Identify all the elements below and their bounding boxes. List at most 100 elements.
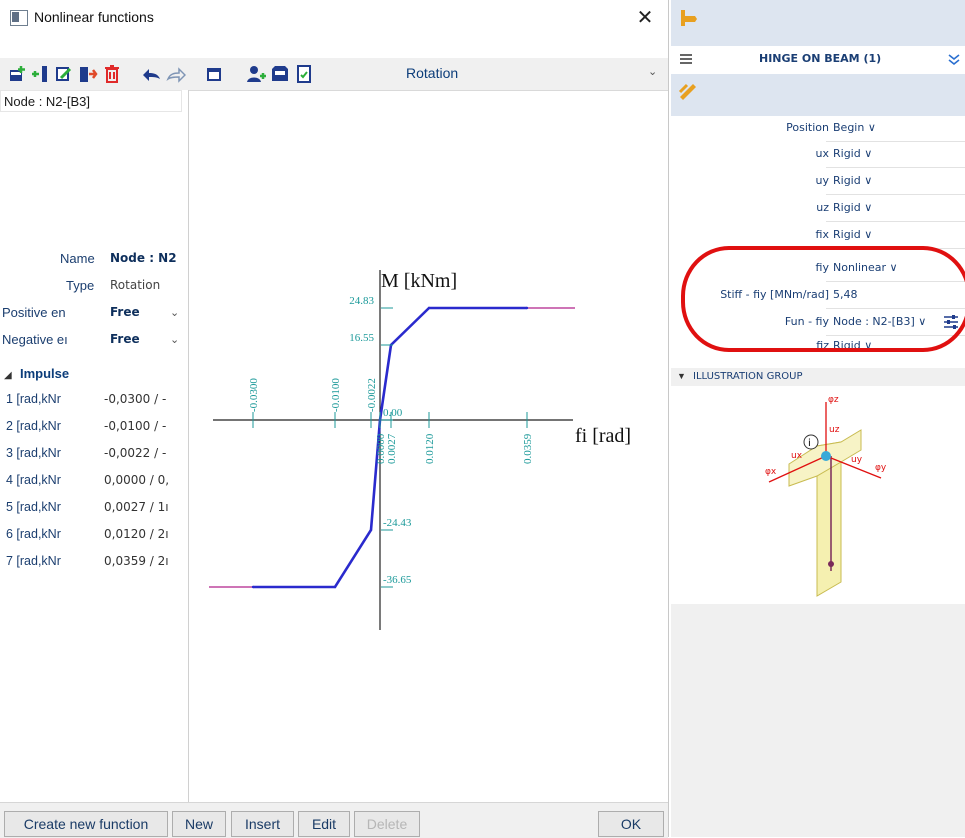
table-row[interactable]: 3 [rad,kNr -0,0022 / - <box>0 442 188 468</box>
close-button[interactable]: ✕ <box>630 4 660 32</box>
property-label: Negative eı <box>2 332 68 347</box>
row-value[interactable]: -0,0300 / - <box>104 392 186 406</box>
y-tick-label: 16.55 <box>349 332 374 344</box>
properties-panel: HINGE ON BEAM (1) Position Begin ∨ ux Rigi… <box>671 0 965 837</box>
panel-action-bar <box>671 74 965 116</box>
row-value[interactable]: 0,0027 / 1ı <box>104 500 186 514</box>
delete-icon[interactable] <box>102 64 122 84</box>
add-function-icon[interactable] <box>8 64 28 84</box>
insert-button[interactable]: Insert <box>231 811 294 837</box>
redo-icon[interactable] <box>166 64 186 84</box>
impulse-group-header[interactable]: Impulse <box>20 366 69 381</box>
window-icon <box>10 10 28 26</box>
data-point <box>427 306 431 310</box>
function-type-dropdown[interactable]: Rotation ⌄ <box>398 62 666 86</box>
row-value[interactable]: -0,0100 / - <box>104 419 186 433</box>
chevron-down-icon[interactable]: ⌄ <box>170 333 179 346</box>
highlight-annotation <box>681 246 965 352</box>
undo-icon[interactable] <box>142 64 162 84</box>
info-icon: i <box>808 438 811 449</box>
delete-button: Delete <box>354 811 420 837</box>
row-label: 1 [rad,kNr <box>6 392 61 406</box>
property-row-negative-end[interactable]: Negative eı Free ⌄ <box>0 327 188 353</box>
property-position[interactable]: Position Begin ∨ <box>671 116 965 142</box>
data-point <box>525 306 529 310</box>
user-properties-icon[interactable] <box>246 64 266 84</box>
edit-button[interactable]: Edit <box>298 811 350 837</box>
property-value[interactable]: Rigid ∨ <box>833 174 872 187</box>
panel-title: HINGE ON BEAM (1) <box>759 52 882 65</box>
property-value[interactable]: Rigid ∨ <box>833 147 872 160</box>
property-value[interactable]: Free <box>110 305 140 319</box>
function-list-pane: Node : N2-[B3] Name Node : N2 Type Rotat… <box>0 90 189 802</box>
x-axis-label: fi [rad] <box>575 425 631 447</box>
table-row[interactable]: 4 [rad,kNr 0,0000 / 0, <box>0 469 188 495</box>
axis-label: uz <box>829 425 840 435</box>
property-value[interactable]: Rigid ∨ <box>833 228 872 241</box>
collapse-arrow-icon[interactable]: ◢ <box>4 370 12 381</box>
property-value[interactable]: Free <box>110 332 140 346</box>
ok-button[interactable]: OK <box>598 811 664 837</box>
row-label: 3 [rad,kNr <box>6 446 61 460</box>
property-value[interactable]: Rigid ∨ <box>833 201 872 214</box>
row-label: 6 [rad,kNr <box>6 527 61 541</box>
property-row-type: Type Rotation <box>0 273 188 299</box>
table-row[interactable]: 5 [rad,kNr 0,0027 / 1ı <box>0 496 188 522</box>
property-value[interactable]: Node : N2 <box>110 251 177 265</box>
x-tick-label: -0.0100 <box>330 378 342 412</box>
checklist-icon[interactable] <box>294 64 314 84</box>
axis-label: φz <box>828 395 839 405</box>
save-icon[interactable] <box>270 64 290 84</box>
x-tick-label: 0.0120 <box>424 433 436 464</box>
table-row[interactable]: 2 [rad,kNr -0,0100 / - <box>0 415 188 441</box>
property-label: Name <box>60 251 95 266</box>
edit-icon[interactable] <box>54 64 74 84</box>
row-value[interactable]: 0,0000 / 0, <box>104 473 186 487</box>
table-row[interactable]: 1 [rad,kNr -0,0300 / - <box>0 388 188 414</box>
property-ux[interactable]: ux Rigid ∨ <box>671 142 965 168</box>
property-label: Type <box>66 278 95 293</box>
hinge-icon <box>681 10 697 26</box>
illustration-group-header[interactable]: ▼ ILLUSTRATION GROUP <box>671 368 965 386</box>
row-value[interactable]: -0,0022 / - <box>104 446 186 460</box>
import-icon[interactable] <box>78 64 98 84</box>
row-value[interactable]: 0,0359 / 2ı <box>104 554 186 568</box>
create-new-function-button[interactable]: Create new function <box>4 811 168 837</box>
pencil-action-icon[interactable] <box>677 80 699 102</box>
x-tick-label: -0.0022 <box>366 378 378 412</box>
row-label: 5 [rad,kNr <box>6 500 61 514</box>
property-label: Position <box>786 121 829 134</box>
x-tick-label: 0.0027 <box>386 433 398 464</box>
property-uy[interactable]: uy Rigid ∨ <box>671 169 965 195</box>
row-value[interactable]: 0,0120 / 2ı <box>104 527 186 541</box>
property-label: uy <box>815 174 829 187</box>
table-icon[interactable] <box>204 64 224 84</box>
new-button[interactable]: New <box>172 811 226 837</box>
property-label: ux <box>815 147 829 160</box>
insert-column-icon[interactable] <box>30 64 50 84</box>
x-tick-label: -0.0300 <box>248 378 260 412</box>
function-type-value: Rotation <box>406 65 459 81</box>
panel-header-bar <box>671 0 965 46</box>
table-row[interactable]: 6 [rad,kNr 0,0120 / 2ı <box>0 523 188 549</box>
property-label: fix <box>815 228 829 241</box>
property-value[interactable]: Begin ∨ <box>833 121 876 134</box>
y-axis-label: M [kNm] <box>381 270 457 292</box>
property-row-positive-end[interactable]: Positive en Free ⌄ <box>0 300 188 326</box>
dialog-titlebar: Nonlinear functions ✕ <box>0 0 668 36</box>
row-label: 4 [rad,kNr <box>6 473 61 487</box>
data-point <box>251 585 255 589</box>
table-row[interactable]: 7 [rad,kNr 0,0359 / 2ı <box>0 550 188 576</box>
data-point <box>333 585 337 589</box>
axis-label: φx <box>765 467 777 477</box>
function-list-item[interactable]: Node : N2-[B3] <box>0 90 182 112</box>
dialog-title: Nonlinear functions <box>34 9 154 25</box>
property-uz[interactable]: uz Rigid ∨ <box>671 196 965 222</box>
property-label: uz <box>816 201 829 214</box>
chevron-down-icon[interactable]: ⌄ <box>170 306 179 319</box>
toolbar: Rotation ⌄ <box>0 58 668 91</box>
hinge-illustration: i φz uz φx ux uy φy <box>671 386 965 605</box>
collapse-icon[interactable] <box>947 52 961 66</box>
menu-icon[interactable] <box>679 52 693 66</box>
property-label: Positive en <box>2 305 66 320</box>
